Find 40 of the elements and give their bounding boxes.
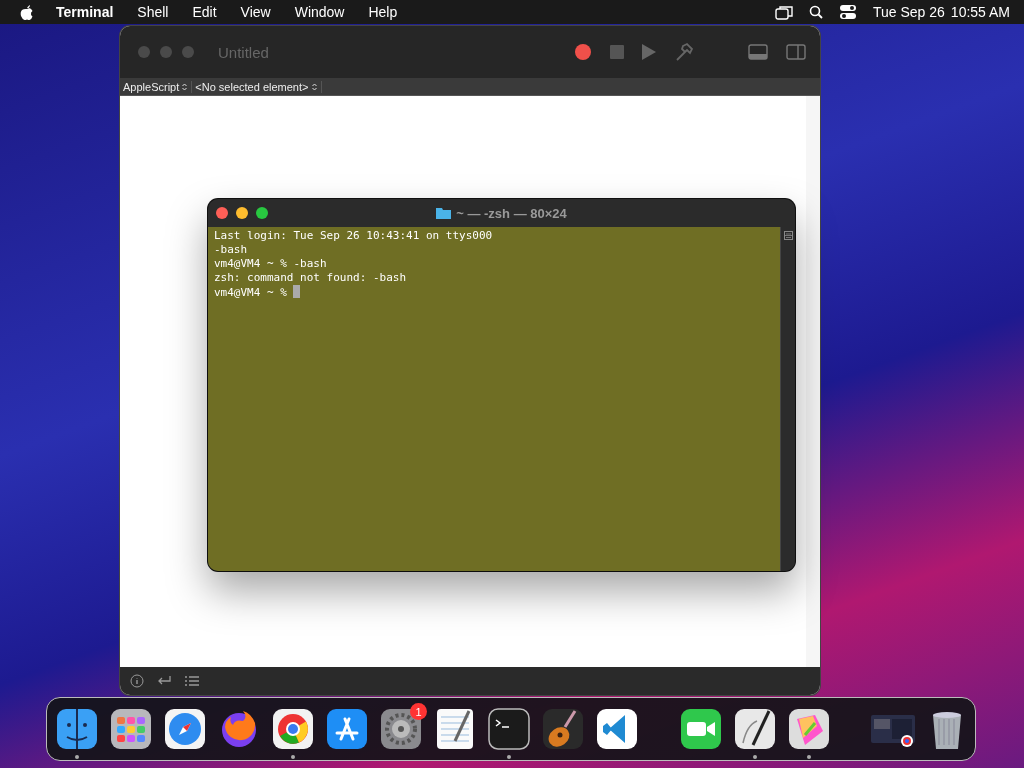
split-pane-icon[interactable]: [783, 231, 793, 240]
window-close-button[interactable]: [216, 207, 228, 219]
menu-item[interactable]: View: [228, 4, 283, 20]
window-title: Untitled: [218, 43, 269, 61]
toggle-switches-icon[interactable]: [838, 4, 857, 20]
element-popup[interactable]: <No selected element>: [192, 80, 322, 93]
terminal-line: Last login: Tue Sep 26 10:43:41 on ttys000: [214, 229, 494, 243]
apple-logo-icon[interactable]: [20, 4, 34, 20]
hammer-icon[interactable]: [674, 42, 694, 62]
menu-item[interactable]: Edit: [180, 4, 229, 20]
menu-app-name[interactable]: Terminal: [44, 4, 126, 20]
text-cursor: [293, 285, 301, 298]
return-arrow-icon[interactable]: [156, 675, 172, 687]
window-title: ~ — -zsh — 80×24: [456, 205, 567, 221]
terminal-line: vm4@VM4 ~ % -bash: [214, 257, 328, 271]
menu-date[interactable]: Tue Sep 26: [872, 4, 945, 20]
side-panel-icon[interactable]: [786, 44, 806, 60]
window-zoom-button[interactable]: [256, 207, 268, 219]
info-icon[interactable]: [130, 674, 144, 688]
notification-badge: 1: [410, 703, 427, 720]
search-icon[interactable]: [808, 5, 823, 19]
terminal-line: zsh: command not found: -bash: [214, 271, 408, 285]
window-minimize-button[interactable]: [236, 207, 248, 219]
menu-time[interactable]: 10:55 AM: [950, 4, 1010, 20]
menu-item[interactable]: Window: [282, 4, 357, 20]
folder-icon: [436, 207, 452, 219]
record-button[interactable]: [574, 43, 592, 61]
up-down-chevron-icon: [311, 82, 317, 91]
windows-stack-icon[interactable]: [774, 4, 793, 20]
list-icon[interactable]: [184, 675, 200, 687]
menu-item[interactable]: Shell: [125, 4, 181, 20]
terminal-screen[interactable]: Last login: Tue Sep 26 10:43:41 on ttys000 -bash vm4@VM4 ~ % -bash zsh: command not found: -bash vm4@VM4 ~ %: [208, 227, 780, 571]
terminal-line: -bash: [214, 243, 249, 257]
language-popup[interactable]: AppleScript: [120, 80, 193, 93]
terminal-line: vm4@VM4 ~ %: [214, 285, 774, 300]
bottom-panel-icon[interactable]: [748, 44, 768, 60]
up-down-chevron-icon: [182, 82, 188, 91]
play-button[interactable]: [642, 44, 656, 60]
prompt-icon[interactable]: [485, 705, 533, 753]
menu-item[interactable]: Help: [356, 4, 410, 20]
